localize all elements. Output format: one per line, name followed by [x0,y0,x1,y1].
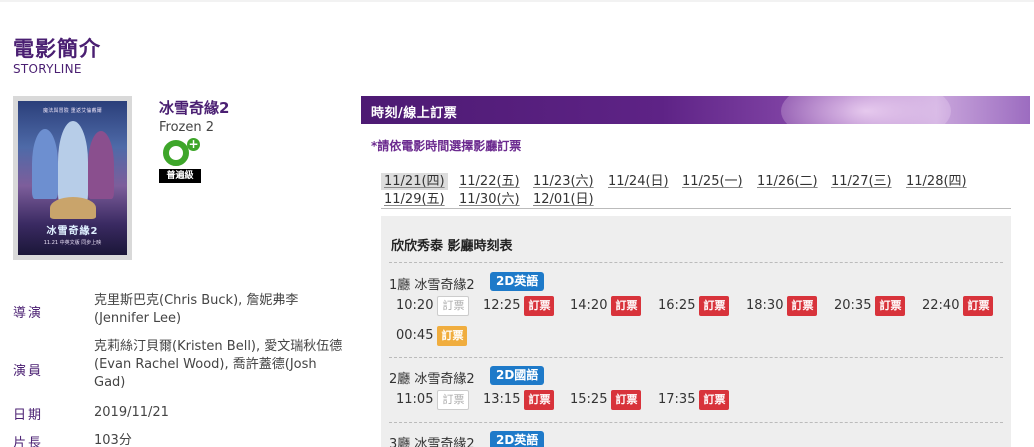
date-row: 11/29(五) 11/30(六) 12/01(日) [381,191,1011,209]
showtime-time: 00:45 [396,328,434,343]
date-tab[interactable]: 11/21(四) [381,173,448,190]
rating-circle [163,140,189,166]
showtime[interactable]: 17:35 訂票 [658,390,730,410]
detail-value: 2019/11/21 [94,405,169,420]
book-button[interactable]: 訂票 [699,296,730,316]
book-button[interactable]: 訂票 [611,390,642,410]
book-button[interactable]: 訂票 [524,296,555,316]
date-divider [381,208,1011,209]
book-button[interactable]: 訂票 [611,296,642,316]
book-button[interactable]: 訂票 [875,296,906,316]
book-button[interactable]: 訂票 [437,296,470,316]
date-tab[interactable]: 12/01(日) [530,191,597,208]
poster-figure [32,129,58,199]
detail-label: 日期 [13,408,44,423]
date-tab[interactable]: 11/22(五) [456,173,523,190]
date-row: 11/21(四) 11/22(五) 11/23(六) 11/24(日) 11/2… [381,173,1011,191]
booking-header-title: 時刻/線上訂票 [371,106,458,121]
format-badge: 2D英語 [490,431,545,447]
showtime[interactable]: 00:45 訂票 [396,326,468,346]
section-subtitle: STORYLINE [13,62,82,76]
detail-label: 導演 [13,306,44,321]
section-heading: 電影簡介 STORYLINE [13,36,101,76]
detail-value: 克莉絲汀貝爾(Kristen Bell), 愛文瑞秋伍德(Evan Rachel… [94,339,343,390]
detail-label: 演員 [13,364,44,379]
dashed-divider [389,262,1003,263]
poster-figure [88,131,114,199]
date-tab[interactable]: 11/30(六) [456,191,523,208]
showtime[interactable]: 10:20 訂票 [396,296,470,316]
hall-name: 1廳 冰雪奇緣2 [389,278,475,293]
detail-value: 103分 [94,433,132,447]
showtime-time: 13:15 [483,392,521,407]
detail-label: 片長 [13,436,44,447]
book-button[interactable]: 訂票 [437,326,468,346]
hall-name: 3廳 冰雪奇緣2 [389,437,475,447]
booking-panel: 時刻/線上訂票 *請依電影時間選擇影廳訂票 11/21(四) 11/22(五) … [361,96,1030,447]
showtime-time: 20:35 [834,298,872,313]
section-title: 電影簡介 [13,37,101,61]
showtime-time: 14:20 [570,298,608,313]
booking-header: 時刻/線上訂票 [361,96,1030,124]
dashed-divider [389,422,1003,423]
poster-tagline: 魔法與冒險 重返艾倫戴爾 [43,108,102,114]
showtime[interactable]: 16:25 訂票 [658,296,730,316]
book-button[interactable]: 訂票 [437,390,470,410]
hall-name: 2廳 冰雪奇緣2 [389,372,475,387]
showtime[interactable]: 12:25 訂票 [483,296,555,316]
booking-notice: *請依電影時間選擇影廳訂票 [371,139,522,153]
movie-title: 冰雪奇緣2 [159,99,230,117]
rating-general-icon: + 普遍級 [159,137,201,183]
poster-figure [50,197,96,219]
format-badge: 2D國語 [490,366,545,385]
date-tabs: 11/21(四) 11/22(五) 11/23(六) 11/24(日) 11/2… [381,173,1011,209]
showtime-time: 18:30 [746,298,784,313]
showtime-time: 10:20 [396,298,434,313]
showtime[interactable]: 20:35 訂票 [834,296,906,316]
date-tab[interactable]: 11/26(二) [754,173,821,190]
book-button[interactable]: 訂票 [963,296,994,316]
movie-english-title: Frozen 2 [159,120,215,135]
detail-value: 克里斯巴克(Chris Buck), 詹妮弗李(Jennifer Lee) [94,293,299,326]
showtime-listing: 欣欣秀泰 影廳時刻表 1廳 冰雪奇緣2 2D英語 10:20 訂票 12:25 訂票… [381,216,1011,447]
top-divider [0,0,1034,2]
book-button[interactable]: 訂票 [524,390,555,410]
showtime-time: 17:35 [658,392,696,407]
header-glow [781,96,951,124]
date-tab[interactable]: 11/25(一) [679,173,746,190]
rating-label: 普遍級 [159,169,201,183]
showtime-time: 12:25 [483,298,521,313]
date-tab[interactable]: 11/29(五) [381,191,448,208]
showtime[interactable]: 15:25 訂票 [570,390,642,410]
movie-poster[interactable]: 魔法與冒險 重返艾倫戴爾 冰雪奇緣2 11.21 中英文版 同步上映 [13,96,132,260]
showtime[interactable]: 18:30 訂票 [746,296,818,316]
date-tab[interactable]: 11/23(六) [530,173,597,190]
poster-figure [58,121,88,203]
book-button[interactable]: 訂票 [699,390,730,410]
showtime[interactable]: 11:05 訂票 [396,390,470,410]
date-tab[interactable]: 11/27(三) [828,173,895,190]
showtime[interactable]: 13:15 訂票 [483,390,555,410]
poster-title: 冰雪奇緣2 [46,226,99,237]
format-badge: 2D英語 [490,272,545,291]
poster-date: 11.21 中英文版 同步上映 [43,240,102,246]
rating-plus: + [187,137,200,151]
theater-title: 欣欣秀泰 影廳時刻表 [391,239,513,254]
dashed-divider [389,357,1003,358]
poster-image: 魔法與冒險 重返艾倫戴爾 冰雪奇緣2 11.21 中英文版 同步上映 [18,101,127,255]
date-tab[interactable]: 11/28(四) [903,173,970,190]
showtime-time: 22:40 [922,298,960,313]
showtime-time: 11:05 [396,392,434,407]
showtime[interactable]: 22:40 訂票 [922,296,994,316]
showtime[interactable]: 14:20 訂票 [570,296,642,316]
showtime-time: 16:25 [658,298,696,313]
book-button[interactable]: 訂票 [787,296,818,316]
date-tab[interactable]: 11/24(日) [605,173,672,190]
showtime-time: 15:25 [570,392,608,407]
